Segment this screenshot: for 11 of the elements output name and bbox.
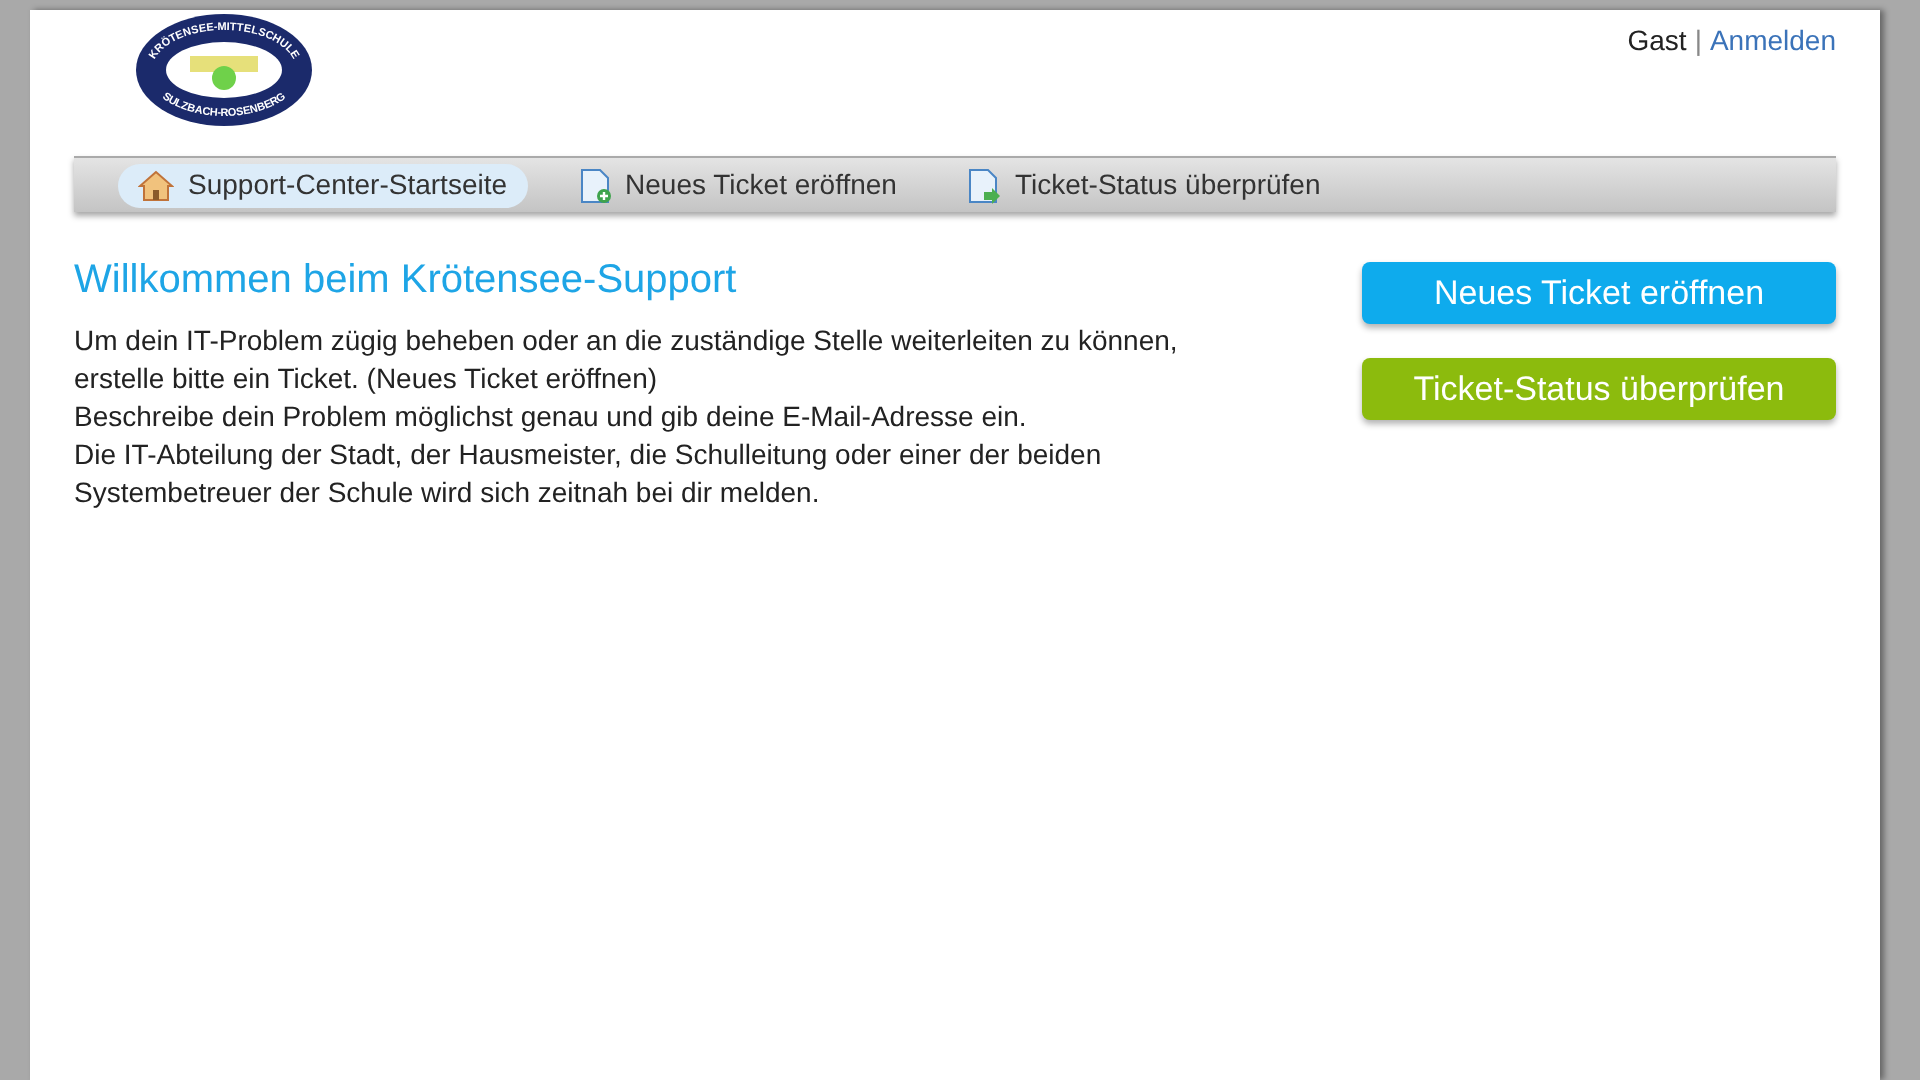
nav-tab[interactable]: Ticket-Status überprüfen bbox=[948, 163, 1341, 207]
separator: | bbox=[1694, 22, 1702, 60]
login-link[interactable]: Anmelden bbox=[1709, 20, 1836, 62]
user-name: Gast bbox=[1627, 22, 1687, 60]
page-heading: Willkommen beim Krötensee-Support bbox=[74, 256, 739, 306]
intro-text: Um dein IT-Problem zügig beheben oder an die zuständige Stelle weiterleiten zu können, erstelle bitte ein Ticket. (Neues Ticket eröffnen) Beschreibe dein Problem möglichst genau und gib deine E-Mail-Adresse ein. Die IT-Abteilung der Stadt, der Hausmeister, die Schulleitung oder einer der beiden Systembetreuer der Schule wird sich zeitnah bei dir melden. bbox=[74, 322, 1180, 512]
document-plus-icon bbox=[579, 167, 612, 203]
nav-tab[interactable]: Support-Center-Startseite bbox=[118, 163, 528, 207]
house-icon bbox=[138, 169, 174, 201]
document-arrow-icon bbox=[968, 167, 1001, 203]
nav-tab[interactable]: Neues Ticket eröffnen bbox=[559, 163, 917, 207]
